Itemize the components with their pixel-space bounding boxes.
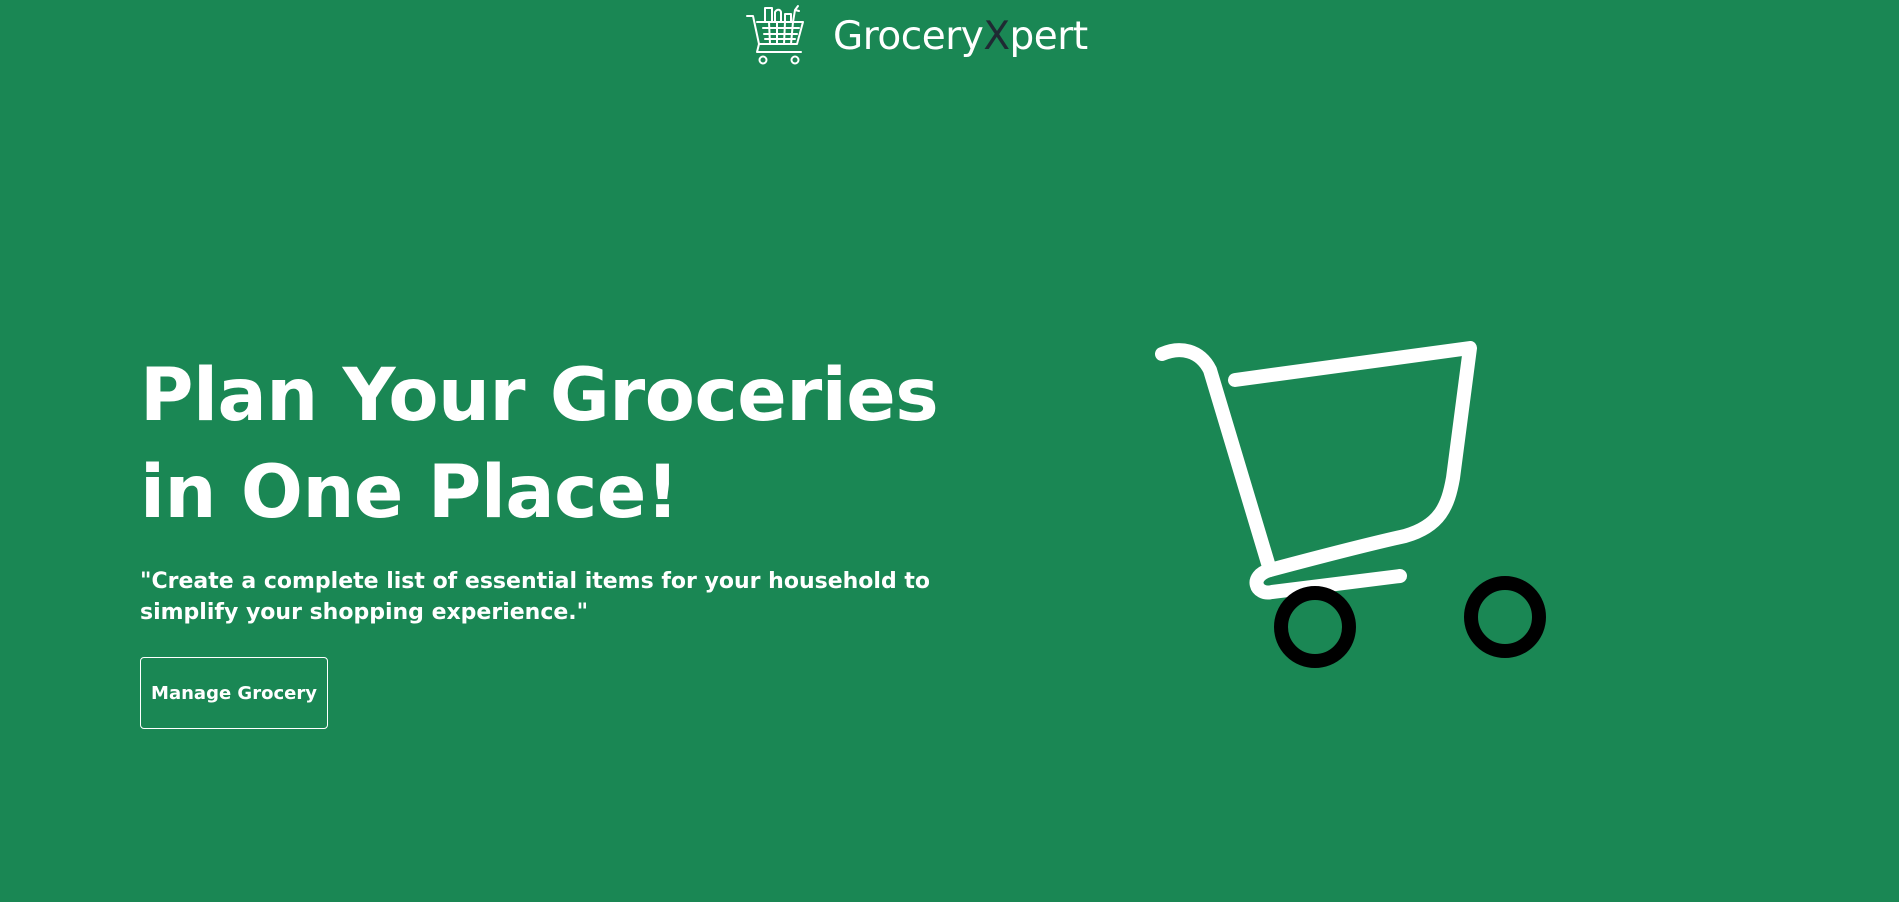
shopping-cart-icon	[1155, 341, 1546, 668]
manage-grocery-button[interactable]: Manage Grocery	[140, 657, 328, 729]
landing-page: GroceryXpert Plan Your Groceries in One …	[0, 0, 1899, 902]
brand-name-suffix: pert	[1009, 14, 1089, 59]
brand-header[interactable]: GroceryXpert	[745, 4, 1088, 70]
brand-name: GroceryXpert	[833, 4, 1088, 70]
hero-title: Plan Your Groceries in One Place!	[140, 347, 960, 541]
hero-title-line-1: Plan Your Groceries	[140, 353, 939, 438]
brand-name-prefix: Grocery	[833, 14, 984, 59]
grocery-cart-icon	[746, 5, 804, 65]
hero-title-line-2: in One Place!	[140, 450, 679, 535]
hero-subtitle-line-2: simplify your shopping experience."	[140, 600, 589, 625]
hero-subtitle: "Create a complete list of essential ite…	[140, 566, 930, 628]
brand-name-accent: X	[983, 14, 1010, 59]
hero-subtitle-line-1: "Create a complete list of essential ite…	[140, 569, 930, 594]
